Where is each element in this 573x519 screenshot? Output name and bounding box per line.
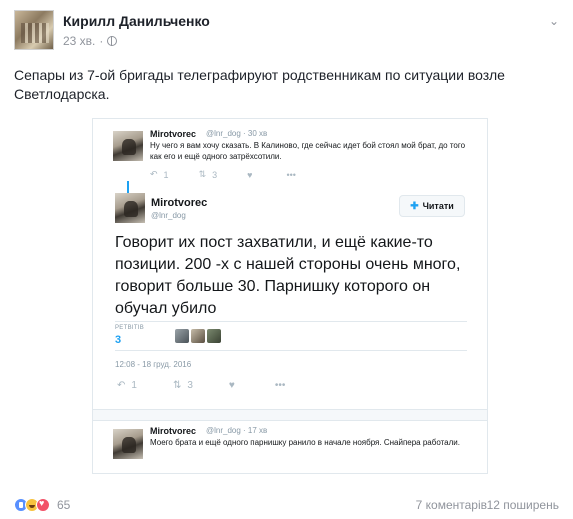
tweet-actions: ↶ 1 ⇅ 3 ♥ ••• (150, 169, 296, 180)
love-icon (36, 498, 50, 512)
tweet-author-name: Mirotvorec (150, 426, 197, 436)
post-header: Кирилл Данильченко 23 хв. · ⌄ (14, 10, 559, 50)
retweet-icon: ⇅ (172, 380, 182, 391)
divider (115, 321, 467, 322)
heart-icon: ♥ (228, 380, 235, 391)
meta-separator: · (99, 34, 104, 48)
follow-user-icon: ✚ (410, 200, 419, 212)
embedded-tweet-screenshot[interactable]: Mirotvorec @lnr_dog · 30 хв Ну чего я ва… (92, 118, 488, 474)
tweet-avatar (113, 131, 143, 161)
reply-icon: ↶ (117, 380, 126, 391)
reply-icon: ↶ (150, 169, 158, 179)
tweet-text: Ну чего я вам хочу сказать. В Калиново, … (150, 141, 466, 161)
reactions[interactable]: 65 (14, 498, 70, 512)
retweeter-avatar (175, 329, 189, 343)
tweet-text: Моего брата и ещё одного парнишку ранило… (150, 438, 460, 447)
tweet-date: 12:08 - 18 груд. 2016 (115, 360, 192, 369)
divider (115, 350, 467, 351)
tweet-author-name: Mirotvorec (151, 197, 208, 209)
tweet-handle: @lnr_dog · 17 хв (206, 426, 268, 435)
reply-count: 1 (163, 169, 169, 180)
retweeter-avatar (207, 329, 221, 343)
reaction-count: 65 (57, 498, 71, 512)
comments-link[interactable]: 7 коментарів (416, 498, 487, 512)
more-icon: ••• (286, 169, 296, 180)
post-text: Сепары из 7-ой бригады телеграфируют род… (14, 67, 505, 102)
retweets-count: 3 (115, 334, 122, 346)
shares-link[interactable]: 12 поширень (487, 498, 559, 512)
retweet-icon: ⇅ (198, 169, 207, 179)
tweet-separator (93, 409, 487, 421)
author-avatar[interactable] (14, 10, 54, 50)
tweet-avatar (113, 429, 143, 459)
follow-button: ✚ Читати (399, 195, 465, 217)
globe-icon (107, 36, 118, 46)
retweets-label: РЕТВІТІВ (115, 325, 145, 331)
retweet-count: 3 (187, 380, 193, 391)
post-time[interactable]: 23 хв. (63, 34, 95, 48)
post-meta: 23 хв. · (63, 34, 118, 48)
tweet-handle: @lnr_dog · 30 хв (206, 129, 268, 138)
post-footer: 65 7 коментарів 12 поширень (14, 496, 559, 516)
tweet-actions: ↶ 1 ⇅ 3 ♥ ••• (117, 380, 285, 391)
main-tweet-text: Говорит их пост захватили, и ещё какие-т… (115, 234, 461, 317)
author-name[interactable]: Кирилл Данильченко (63, 13, 210, 29)
retweeter-avatars (175, 329, 221, 343)
more-icon: ••• (274, 380, 286, 391)
reply-count: 1 (131, 380, 137, 391)
retweeter-avatar (191, 329, 205, 343)
follow-label: Читати (422, 201, 454, 211)
tweet-avatar (115, 193, 145, 223)
tweet-handle: @lnr_dog (151, 211, 186, 220)
retweet-count: 3 (212, 169, 218, 180)
tweet-author-name: Mirotvorec (150, 129, 197, 139)
chevron-down-icon[interactable]: ⌄ (549, 14, 559, 28)
heart-icon: ♥ (247, 169, 253, 180)
